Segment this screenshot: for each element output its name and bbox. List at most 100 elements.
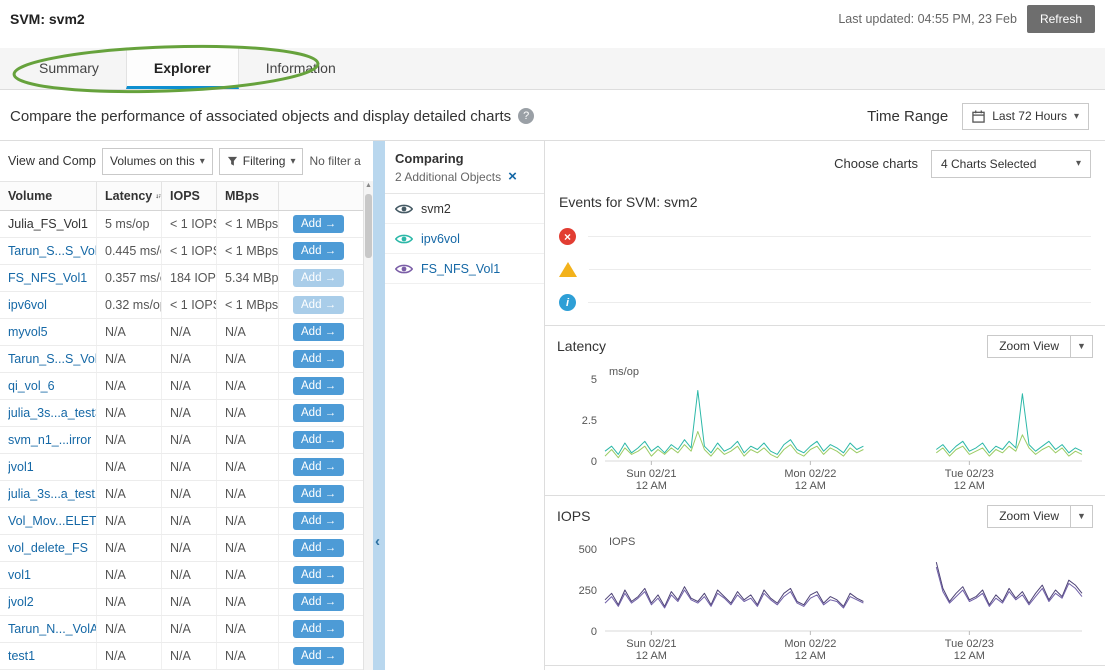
svg-text:12 AM: 12 AM [954, 480, 985, 492]
top-header: SVM: svm2 Last updated: 04:55 PM, 23 Feb… [0, 0, 1105, 38]
volume-link[interactable]: myvol5 [8, 325, 48, 339]
comparing-item: svm2 [385, 194, 544, 224]
sort-descending-icon [156, 191, 161, 202]
add-button[interactable]: Add → [293, 242, 344, 260]
add-button[interactable]: Add → [293, 269, 344, 287]
warning-event-icon[interactable] [559, 262, 577, 277]
zoom-view-dropdown[interactable]: ▼ [1071, 505, 1093, 528]
eye-icon[interactable] [395, 203, 413, 215]
cell-iops: N/A [162, 589, 217, 615]
cell-mbps: < 1 MBps [217, 238, 279, 264]
add-button[interactable]: Add → [293, 593, 344, 611]
column-header-iops[interactable]: IOPS [162, 182, 217, 210]
zoom-view-button[interactable]: Zoom View [987, 335, 1071, 358]
table-scrollbar[interactable]: ▲ [363, 181, 373, 670]
clear-comparing-icon[interactable]: × [508, 171, 517, 183]
iops-chart-title: IOPS [557, 508, 590, 524]
add-button[interactable]: Add → [293, 458, 344, 476]
time-range-value: Last 72 Hours [992, 109, 1067, 123]
refresh-button[interactable]: Refresh [1027, 5, 1095, 33]
eye-icon[interactable] [395, 263, 413, 275]
volume-link[interactable]: jvol2 [8, 595, 34, 609]
charts-panel: Choose charts 4 Charts Selected ▾ Events… [545, 141, 1105, 670]
event-timeline [589, 269, 1091, 270]
cell-latency: N/A [97, 319, 162, 345]
info-event-icon[interactable]: i [559, 294, 576, 311]
svg-text:Sun 02/21: Sun 02/21 [626, 468, 676, 480]
scroll-up-icon[interactable]: ▲ [365, 182, 372, 189]
add-button[interactable]: Add → [293, 485, 344, 503]
add-button[interactable]: Add → [293, 350, 344, 368]
filter-status-text: No filter a [309, 154, 360, 168]
volume-link[interactable]: Tarun_S...S_Vol1 [8, 244, 96, 258]
view-object-select[interactable]: Volumes on this ▾ [102, 148, 213, 175]
add-button[interactable]: Add → [293, 377, 344, 395]
charts-select[interactable]: 4 Charts Selected ▾ [931, 150, 1091, 178]
events-section: Events for SVM: svm2 × i [545, 186, 1105, 325]
svg-text:Mon 02/22: Mon 02/22 [784, 638, 836, 650]
volume-link[interactable]: Tarun_N..._VolA [8, 622, 96, 636]
comparing-header: Comparing 2 Additional Objects × [385, 141, 544, 194]
last-updated-text: Last updated: 04:55 PM, 23 Feb [838, 12, 1017, 26]
filtering-button[interactable]: Filtering ▾ [219, 148, 304, 175]
cell-iops: N/A [162, 427, 217, 453]
column-header-volume[interactable]: Volume [0, 182, 97, 210]
column-header-mbps[interactable]: MBps [217, 182, 279, 210]
svg-text:0: 0 [591, 626, 597, 638]
critical-event-icon[interactable]: × [559, 228, 576, 245]
volume-link[interactable]: Tarun_S...S_Vol2 [8, 352, 96, 366]
tab-information[interactable]: Information [239, 48, 363, 89]
svg-text:ms/op: ms/op [609, 366, 639, 378]
table-row: myvol5 N/A N/A N/A Add → [0, 319, 363, 346]
svg-text:0: 0 [591, 456, 597, 468]
zoom-view-dropdown[interactable]: ▼ [1071, 335, 1093, 358]
volume-link[interactable]: Vol_Mov...ELETE [8, 514, 96, 528]
add-button[interactable]: Add → [293, 620, 344, 638]
cell-mbps: N/A [217, 427, 279, 453]
volume-link[interactable]: ipv6vol [8, 298, 47, 312]
volume-link[interactable]: FS_NFS_Vol1 [8, 271, 87, 285]
scrollbar-thumb[interactable] [365, 194, 372, 258]
add-button[interactable]: Add → [293, 323, 344, 341]
latency-chart-header: Latency Zoom View ▼ [557, 331, 1093, 361]
chevron-left-icon[interactable]: ‹ [375, 533, 380, 550]
collapse-comparing-strip[interactable]: ‹ [373, 141, 385, 670]
add-button[interactable]: Add → [293, 566, 344, 584]
svg-text:12 AM: 12 AM [636, 480, 667, 492]
help-icon[interactable]: ? [518, 108, 534, 124]
svg-text:Tue 02/23: Tue 02/23 [945, 638, 994, 650]
table-header: Volume Latency IOPS MBps [0, 181, 363, 211]
cell-iops: < 1 IOPS [162, 238, 217, 264]
tab-summary[interactable]: Summary [12, 48, 126, 89]
cell-iops: N/A [162, 481, 217, 507]
app-root: SVM: svm2 Last updated: 04:55 PM, 23 Feb… [0, 0, 1105, 670]
zoom-view-button[interactable]: Zoom View [987, 505, 1071, 528]
zoom-view-group: Zoom View ▼ [987, 505, 1093, 528]
volume-link[interactable]: jvol1 [8, 460, 34, 474]
add-button[interactable]: Add → [293, 404, 344, 422]
add-button[interactable]: Add → [293, 647, 344, 665]
add-button[interactable]: Add → [293, 215, 344, 233]
volume-link[interactable]: Julia_FS_Vol1 [8, 217, 88, 231]
eye-icon[interactable] [395, 233, 413, 245]
add-button[interactable]: Add → [293, 296, 344, 314]
column-header-latency[interactable]: Latency [97, 182, 162, 210]
tab-explorer[interactable]: Explorer [126, 48, 239, 89]
time-range-select[interactable]: Last 72 Hours ▾ [962, 103, 1089, 130]
charts-header: Choose charts 4 Charts Selected ▾ [545, 141, 1105, 186]
add-button[interactable]: Add → [293, 512, 344, 530]
cell-iops: N/A [162, 535, 217, 561]
svg-text:Mon 02/22: Mon 02/22 [784, 468, 836, 480]
volume-link[interactable]: qi_vol_6 [8, 379, 55, 393]
volume-link[interactable]: julia_3s...a_test3 [8, 406, 96, 420]
cell-mbps: N/A [217, 373, 279, 399]
volume-link[interactable]: vol_delete_FS [8, 541, 88, 555]
calendar-icon [972, 110, 985, 123]
add-button[interactable]: Add → [293, 431, 344, 449]
iops-chart-svg: IOPS0250500Sun 02/2112 AMMon 02/2212 AMT… [557, 533, 1092, 665]
volume-link[interactable]: svm_n1_...irror [8, 433, 91, 447]
add-button[interactable]: Add → [293, 539, 344, 557]
volume-link[interactable]: vol1 [8, 568, 31, 582]
volume-link[interactable]: julia_3s...a_test1 [8, 487, 96, 501]
volume-link[interactable]: test1 [8, 649, 35, 663]
